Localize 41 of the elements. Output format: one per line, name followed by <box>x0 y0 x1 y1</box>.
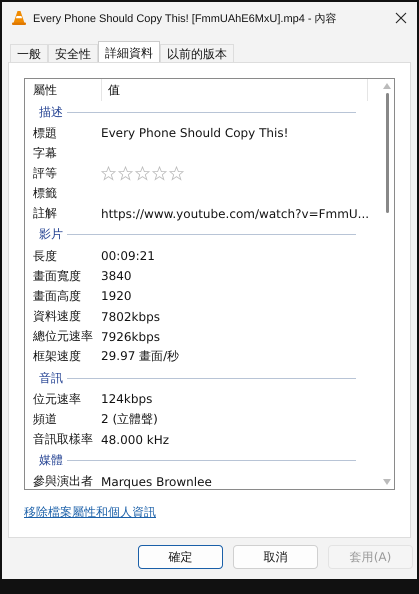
property-name: 框架速度 <box>33 348 82 366</box>
property-name: 畫面高度 <box>33 288 82 305</box>
tab[interactable]: 詳細資料 <box>98 41 160 64</box>
column-header[interactable]: 屬性 <box>33 79 102 101</box>
property-name: 音訊取樣率 <box>33 431 94 448</box>
property-value: 48.000 kHz <box>101 432 170 447</box>
property-name: 畫面寬度 <box>33 268 82 285</box>
property-name: 總位元速率 <box>33 328 94 346</box>
remove-properties-link[interactable]: 移除檔案屬性和個人資訊 <box>24 504 156 521</box>
group-heading: 影片 <box>39 226 63 244</box>
property-value: 29.97 畫面/秒 <box>101 348 180 366</box>
window-title: Every Phone Should Copy This! [FmmUAhE6MxU].mp4 - 內容 <box>33 12 338 26</box>
dialog-button[interactable]: 確定 <box>138 545 223 569</box>
property-value: 7802kbps <box>101 310 160 324</box>
property-name: 評等 <box>33 164 58 182</box>
property-value: Marques Brownlee <box>101 474 212 489</box>
property-value: 7926kbps <box>101 330 160 344</box>
property-value: 2 (立體聲) <box>101 410 158 428</box>
property-value: 00:09:21 <box>101 249 155 264</box>
property-value: 1920 <box>101 289 132 304</box>
property-name: 參與演出者 <box>33 473 94 489</box>
group-heading: 音訊 <box>39 370 63 387</box>
group-heading: 媒體 <box>39 452 63 470</box>
property-value: Every Phone Should Copy This! <box>101 126 288 140</box>
dialog-button[interactable]: 取消 <box>233 545 318 569</box>
tab[interactable]: 一般 <box>10 44 48 64</box>
column-header[interactable]: 值 <box>102 82 120 98</box>
property-name: 註解 <box>33 205 58 222</box>
property-name: 標籤 <box>33 185 58 202</box>
property-name: 資料速度 <box>33 308 82 326</box>
property-value: 124kbps <box>101 392 152 406</box>
property-name: 位元速率 <box>33 390 82 408</box>
tab[interactable]: 安全性 <box>48 44 98 64</box>
group-heading: 描述 <box>39 104 63 120</box>
property-name: 標題 <box>33 124 58 142</box>
property-name: 頻道 <box>33 410 58 428</box>
property-name: 長度 <box>33 248 58 265</box>
property-value: 3840 <box>101 269 132 284</box>
tab[interactable]: 以前的版本 <box>160 44 234 64</box>
property-value: https://www.youtube.com/watch?v=FmmU... <box>101 206 370 221</box>
property-name: 字幕 <box>33 144 58 162</box>
